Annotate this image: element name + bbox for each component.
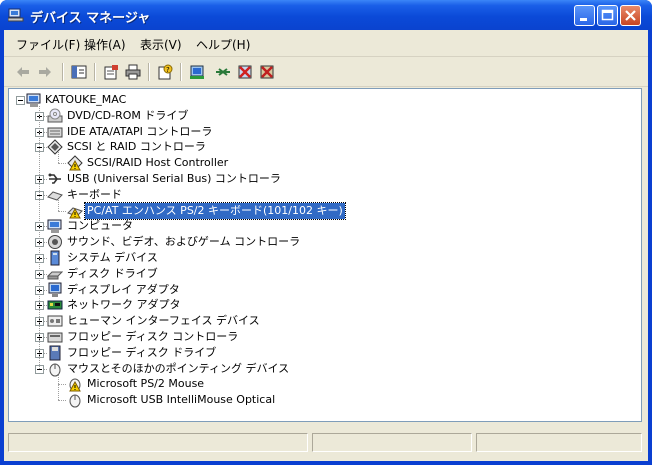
tree-connector-line <box>58 163 66 165</box>
tree-node-label: KATOUKE_MAC <box>45 93 127 106</box>
sound-icon <box>48 235 62 250</box>
status-pane-2 <box>312 433 472 452</box>
close-button[interactable] <box>620 5 641 26</box>
back-arrow-icon <box>17 67 29 77</box>
close-icon <box>625 10 636 21</box>
disable-device-icon <box>216 68 230 76</box>
warning-device-icon <box>67 155 83 171</box>
forward-arrow-icon <box>39 67 51 77</box>
maximize-icon <box>601 9 614 21</box>
warning-mouse-icon <box>69 378 81 392</box>
tree-connector-line <box>58 199 59 211</box>
tree-node-label: サウンド、ビデオ、およびゲーム コントローラ <box>67 235 301 249</box>
show-hide-tree-button[interactable] <box>68 61 90 83</box>
uninstall-button[interactable] <box>234 61 256 83</box>
tree-connector-line <box>58 210 66 212</box>
tree-node-label: DVD/CD-ROM ドライブ <box>67 108 189 122</box>
scan-hardware-button[interactable] <box>256 61 278 83</box>
menu-action[interactable]: 操作(A) <box>84 36 126 53</box>
client-area: ファイル(F) 操作(A) 表示(V) ヘルプ(H) ? KATOUKE_MAC… <box>4 30 648 461</box>
computer-icon <box>47 219 62 234</box>
window-title: デバイス マネージャ <box>30 11 151 26</box>
toolbar-separator <box>94 63 96 81</box>
tree-node-label: フロッピー ディスク コントローラ <box>67 330 239 343</box>
tree-node-label: コンピュータ <box>67 219 133 233</box>
print-icon <box>125 64 141 80</box>
tree-node-label: USB (Universal Serial Bus) コントローラ <box>67 172 281 185</box>
disk-drive-icon <box>47 271 63 280</box>
update-driver-icon <box>190 65 204 79</box>
system-device-icon <box>50 250 60 266</box>
tree-node-label: ディスプレイ アダプタ <box>67 282 180 296</box>
toolbar-separator <box>148 63 150 81</box>
toolbar-separator-line <box>4 86 648 87</box>
tree-node-label: SCSI と RAID コントローラ <box>67 140 206 154</box>
tree-node-label: マウスとそのほかのポインティング デバイス <box>67 361 290 375</box>
tree-node-label: キーボード <box>67 187 122 201</box>
warning-keyboard-icon <box>67 207 83 219</box>
tree-node-label: ヒューマン インターフェイス デバイス <box>67 314 260 328</box>
properties-button[interactable] <box>100 61 122 83</box>
mouse-icon <box>49 363 61 377</box>
tree-connector-line <box>58 373 59 401</box>
dvd-drive-icon <box>47 108 63 123</box>
toolbar-separator <box>62 63 64 81</box>
toolbar-separator <box>180 63 182 81</box>
menu-file[interactable]: ファイル(F) <box>16 36 80 53</box>
device-manager-window: デバイス マネージャ ファイル(F) 操作(A) 表示(V) ヘルプ(H) ? … <box>0 0 652 465</box>
floppy-controller-icon <box>47 332 63 343</box>
menu-help[interactable]: ヘルプ(H) <box>196 36 250 53</box>
tree-node-label: フロッピー ディスク ドライブ <box>67 345 217 359</box>
status-bar <box>8 430 644 457</box>
svg-text:?: ? <box>166 66 170 74</box>
hid-icon <box>47 315 63 327</box>
tree-node-label: Microsoft USB IntelliMouse Optical <box>87 393 276 407</box>
help-icon: ? <box>158 64 173 80</box>
collapse-button[interactable] <box>16 96 25 105</box>
network-adapter-icon <box>47 300 63 310</box>
minimize-icon <box>580 18 587 21</box>
uninstall-icon <box>238 65 252 79</box>
forward-button[interactable] <box>34 61 56 83</box>
menu-bar: ファイル(F) 操作(A) 表示(V) ヘルプ(H) <box>4 34 648 54</box>
selected-tree-node-label: PC/AT エンハンス PS/2 キーボード(101/102 キー) <box>84 201 346 220</box>
print-button[interactable] <box>122 61 144 83</box>
tree-connector-line <box>39 105 40 369</box>
menu-view[interactable]: 表示(V) <box>140 36 182 53</box>
mouse-icon <box>69 394 81 408</box>
maximize-button[interactable] <box>597 5 618 26</box>
tree-node-label: ディスク ドライブ <box>67 266 158 280</box>
title-bar[interactable]: デバイス マネージャ <box>0 0 652 30</box>
toolbar: ? <box>4 58 648 86</box>
tree-connector-line <box>58 384 66 386</box>
tree-node-label: SCSI/RAID Host Controller <box>87 156 229 170</box>
scan-hardware-icon <box>260 65 274 79</box>
status-pane-main <box>8 433 308 452</box>
keyboard-icon <box>47 191 63 201</box>
status-pane-3 <box>476 433 642 452</box>
device-manager-icon <box>8 8 24 22</box>
tree-connector-line <box>58 152 59 164</box>
minimize-button[interactable] <box>574 5 595 26</box>
update-driver-button[interactable] <box>186 61 208 83</box>
tree-node-label: IDE ATA/ATAPI コントローラ <box>67 124 213 138</box>
disable-device-button[interactable] <box>212 61 234 83</box>
tree-node-label: ネットワーク アダプタ <box>67 298 181 312</box>
tree-node-label: Microsoft PS/2 Mouse <box>87 377 205 391</box>
floppy-drive-icon <box>49 345 61 361</box>
device-tree[interactable]: KATOUKE_MAC DVD/CD-ROM ドライブ IDE ATA/ATAPI … <box>8 88 642 422</box>
back-button[interactable] <box>12 61 34 83</box>
show-hide-console-tree-icon <box>71 65 87 79</box>
display-adapter-icon <box>48 282 62 297</box>
ide-controller-icon <box>47 127 63 138</box>
tree-node-label: システム デバイス <box>67 251 158 264</box>
scsi-controller-icon <box>47 139 63 156</box>
menu-separator <box>4 56 648 57</box>
properties-icon <box>104 65 118 80</box>
tree-connector-line <box>58 400 66 402</box>
help-button[interactable]: ? <box>154 61 176 83</box>
usb-icon <box>48 173 61 184</box>
